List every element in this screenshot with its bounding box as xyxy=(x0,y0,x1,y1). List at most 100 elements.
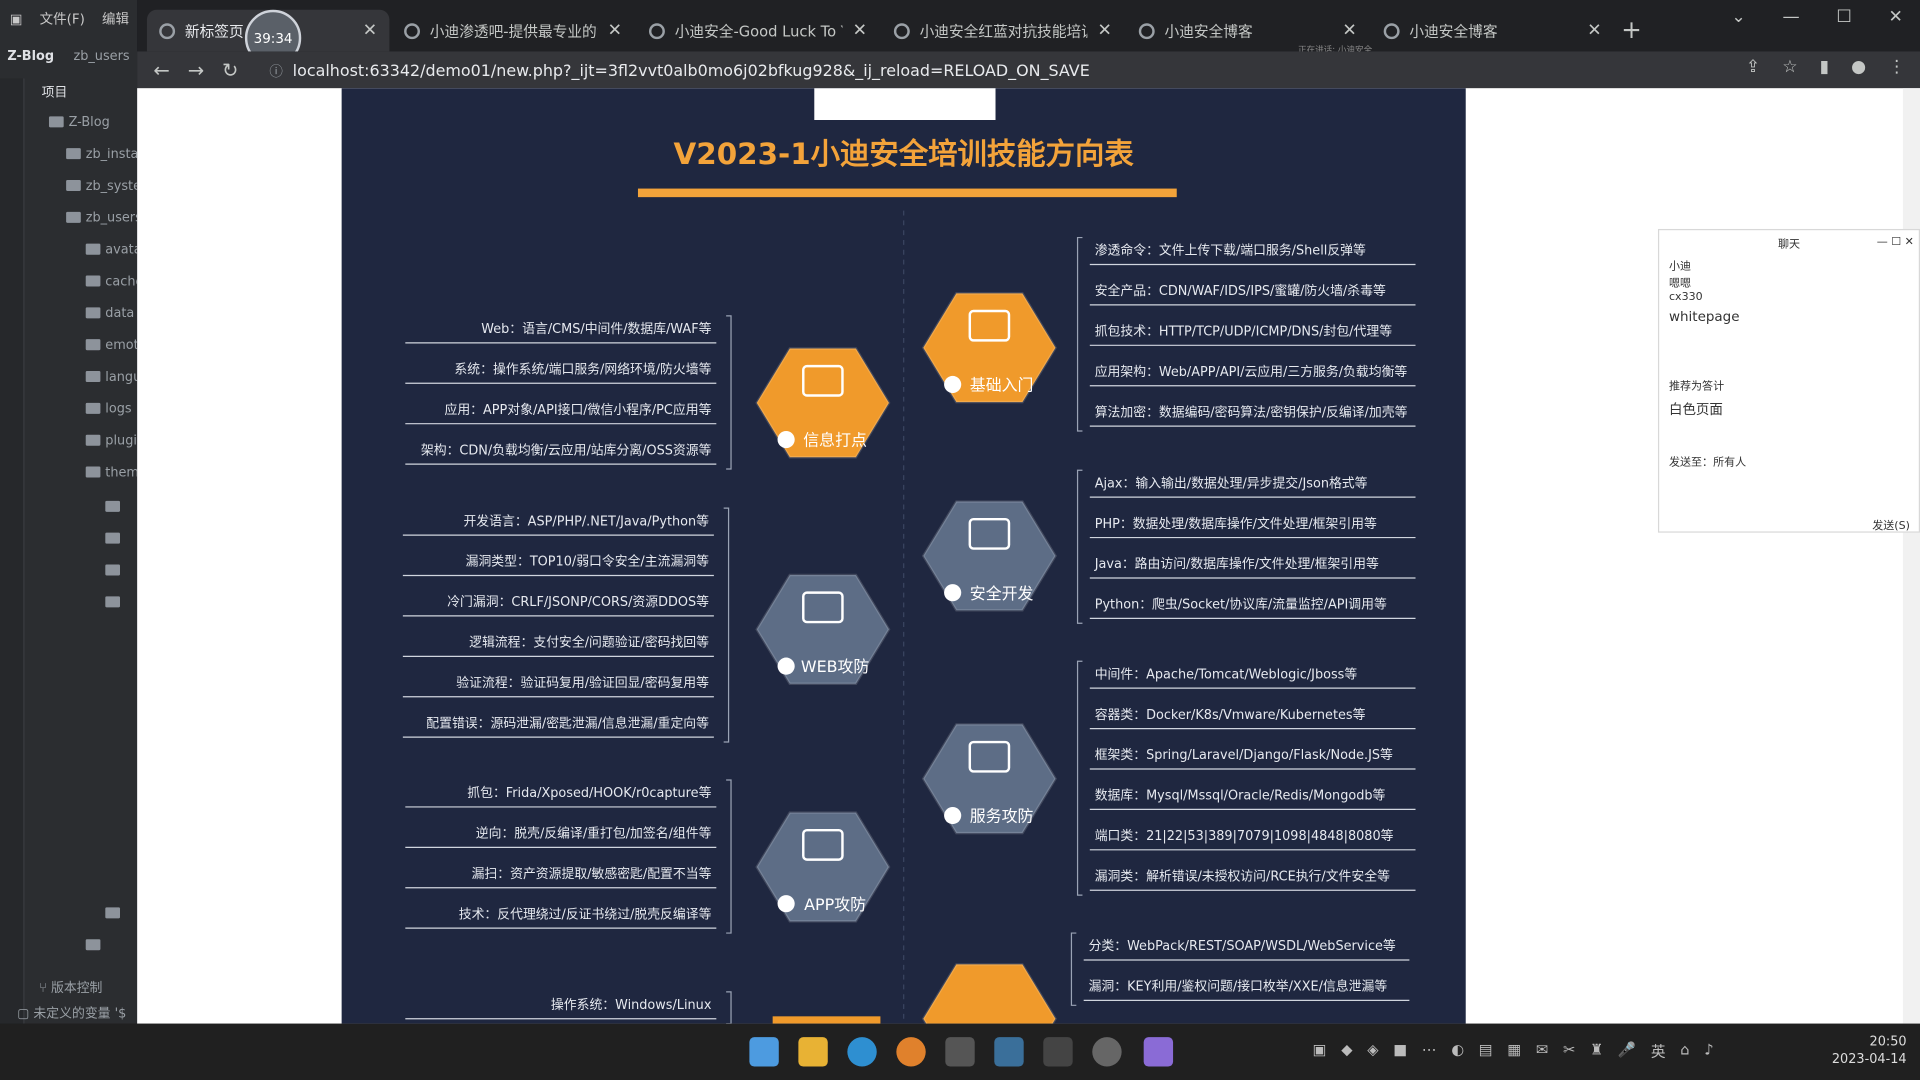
edge-icon[interactable] xyxy=(847,1037,877,1067)
fuwu-item: 数据库：Mysql/Mssql/Oracle/Redis/Mongodb等 xyxy=(1095,788,1386,804)
tree-item[interactable] xyxy=(105,906,125,921)
bookmark-star-icon[interactable]: ☆ xyxy=(1782,58,1797,78)
tree-item[interactable] xyxy=(105,500,125,515)
node-label: 基础入门 xyxy=(970,376,1034,395)
close-tab-icon[interactable]: ✕ xyxy=(1097,21,1111,41)
chat-sender: cx330 xyxy=(1668,291,1703,304)
tray-icon[interactable]: ◐ xyxy=(1451,1041,1464,1062)
group-bracket xyxy=(726,779,732,934)
tree-item[interactable]: zb_system xyxy=(66,179,137,193)
start-icon[interactable] xyxy=(749,1037,779,1067)
tree-item[interactable]: Z-Blog xyxy=(48,115,110,130)
close-window-icon[interactable]: ✕ xyxy=(1889,7,1903,27)
tray-icon[interactable]: ✂ xyxy=(1563,1041,1575,1062)
side-panel-icon[interactable]: ▮ xyxy=(1820,58,1829,78)
app-icon[interactable] xyxy=(945,1037,975,1067)
tray-icon[interactable]: ♜ xyxy=(1590,1041,1603,1062)
ide-logo-icon[interactable]: ▣ xyxy=(10,10,23,26)
tree-item[interactable] xyxy=(105,563,125,578)
tree-item[interactable] xyxy=(105,531,125,546)
tree-item[interactable]: zb_install xyxy=(66,147,137,162)
folder-icon xyxy=(85,402,101,414)
tab-strip: 新标签页 ✕ 小迪渗透吧-提供最专业的渗 ✕ 小迪安全-Good Luck To… xyxy=(137,0,1920,55)
project-path[interactable]: zb_users xyxy=(73,49,129,64)
close-tab-icon[interactable]: ✕ xyxy=(363,21,377,41)
tray-icon[interactable]: ⋯ xyxy=(1422,1041,1437,1062)
volume-icon[interactable]: ♪ xyxy=(1704,1041,1713,1062)
tree-item[interactable]: emotion xyxy=(85,338,137,353)
tray-icon[interactable]: ▤ xyxy=(1479,1041,1493,1062)
tray-icon[interactable]: ▦ xyxy=(1507,1041,1521,1062)
jichu-item: 算法加密：数据编码/密码算法/密钥保护/反编译/加壳等 xyxy=(1095,404,1408,420)
clock-date: 2023-04-14 xyxy=(1831,1051,1907,1067)
maximize-icon[interactable]: ☐ xyxy=(1836,7,1851,27)
info-icon[interactable]: ⓘ xyxy=(269,61,282,81)
recipient-select[interactable]: 所有人 xyxy=(1713,453,1746,469)
back-icon[interactable]: ← xyxy=(144,58,178,81)
explorer-icon[interactable] xyxy=(798,1037,828,1067)
tab-search-icon[interactable]: ⌄ xyxy=(1731,7,1745,27)
project-panel-title[interactable]: 项目 xyxy=(42,83,68,101)
tab-item[interactable]: 小迪安全博客 ✕ xyxy=(1371,10,1613,52)
minimize-icon[interactable]: — xyxy=(1783,7,1800,27)
clock[interactable]: 20:50 2023-04-14 xyxy=(1832,1033,1907,1067)
share-icon[interactable]: ⇪ xyxy=(1746,58,1760,78)
profile-icon[interactable]: ● xyxy=(1851,58,1866,78)
project-name[interactable]: Z-Blog xyxy=(7,49,54,64)
tab-item[interactable]: 小迪安全红蓝对抗技能培训 ✕ xyxy=(882,10,1124,52)
tray-icon[interactable]: ◈ xyxy=(1367,1041,1378,1062)
tree-item[interactable] xyxy=(105,595,125,610)
close-tab-icon[interactable]: ✕ xyxy=(1342,21,1356,41)
menu-file[interactable]: 文件(F) xyxy=(40,9,85,29)
network-icon[interactable]: ⌂ xyxy=(1680,1041,1689,1062)
menu-edit[interactable]: 编辑 xyxy=(102,9,129,29)
tab-item[interactable]: 小迪渗透吧-提供最专业的渗 ✕ xyxy=(392,10,634,52)
phpstorm-icon[interactable] xyxy=(1043,1037,1073,1067)
tree-item[interactable]: data xyxy=(85,306,134,321)
xinxi-item: 应用：APP对象/API接口/微信小程序/PC应用等 xyxy=(444,402,711,418)
tray-icon[interactable]: ■ xyxy=(1393,1041,1407,1062)
clock-time: 20:50 xyxy=(1869,1034,1907,1050)
tree-item[interactable]: avatar xyxy=(85,242,137,257)
close-tab-icon[interactable]: ✕ xyxy=(1587,21,1601,41)
tree-item[interactable]: zb_users xyxy=(66,211,137,225)
url-text[interactable]: localhost:63342/demo01/new.php?_ijt=3fl2… xyxy=(293,62,1090,80)
version-control-tab[interactable]: ⑂ 版本控制 xyxy=(39,978,102,996)
folder-icon xyxy=(85,339,101,351)
tree-item[interactable]: plugin xyxy=(85,433,137,448)
web-item: 漏洞类型：TOP10/弱口令安全/主流漏洞等 xyxy=(466,554,710,570)
remote-icon[interactable] xyxy=(994,1037,1024,1067)
menu-dots-icon[interactable]: ⋮ xyxy=(1888,58,1905,78)
tree-item[interactable]: language xyxy=(85,370,137,384)
system-tray: ▣ ◆ ◈ ■ ⋯ ◐ ▤ ▦ ✉ ✂ ♜ 🎤 英 ⌂ ♪ xyxy=(1313,1041,1714,1062)
folder-icon xyxy=(85,434,101,446)
close-tab-icon[interactable]: ✕ xyxy=(853,21,867,41)
tray-icon[interactable]: ▣ xyxy=(1313,1041,1327,1062)
mic-icon[interactable]: 🎤 xyxy=(1618,1041,1636,1062)
node-bullet-icon xyxy=(944,806,962,825)
tree-item[interactable] xyxy=(85,938,106,953)
ime-indicator[interactable]: 英 xyxy=(1651,1041,1666,1062)
tab-item[interactable]: 小迪安全-Good Luck To Yo ✕ xyxy=(637,10,879,52)
forward-icon[interactable]: → xyxy=(179,58,213,81)
new-tab-button[interactable]: + xyxy=(1621,15,1642,44)
address-bar[interactable]: ⓘ localhost:63342/demo01/new.php?_ijt=3f… xyxy=(269,58,1689,85)
tree-item[interactable]: logs xyxy=(85,402,132,416)
tree-item[interactable]: cache xyxy=(85,274,137,289)
firefox-icon[interactable] xyxy=(896,1037,926,1067)
node-label: APP攻防 xyxy=(804,895,866,914)
tray-icon[interactable]: ◆ xyxy=(1341,1041,1352,1062)
app-icon[interactable] xyxy=(1092,1037,1122,1067)
tree-item[interactable]: theme xyxy=(85,465,137,480)
jetbrains-icon[interactable] xyxy=(1143,1037,1174,1067)
web-item: 逻辑流程：支付安全/问题验证/密码找回等 xyxy=(469,635,709,651)
send-button[interactable]: 发送(S) xyxy=(1872,517,1910,532)
reload-icon[interactable]: ↻ xyxy=(213,58,247,81)
folder-icon xyxy=(66,211,81,223)
status-icon: ▢ xyxy=(17,1006,34,1022)
close-tab-icon[interactable]: ✕ xyxy=(608,21,622,41)
folder-icon xyxy=(85,466,101,478)
chat-window-controls[interactable]: — ☐ ✕ xyxy=(1877,236,1914,248)
tray-icon[interactable]: ✉ xyxy=(1536,1041,1548,1062)
folder-icon xyxy=(105,564,121,576)
